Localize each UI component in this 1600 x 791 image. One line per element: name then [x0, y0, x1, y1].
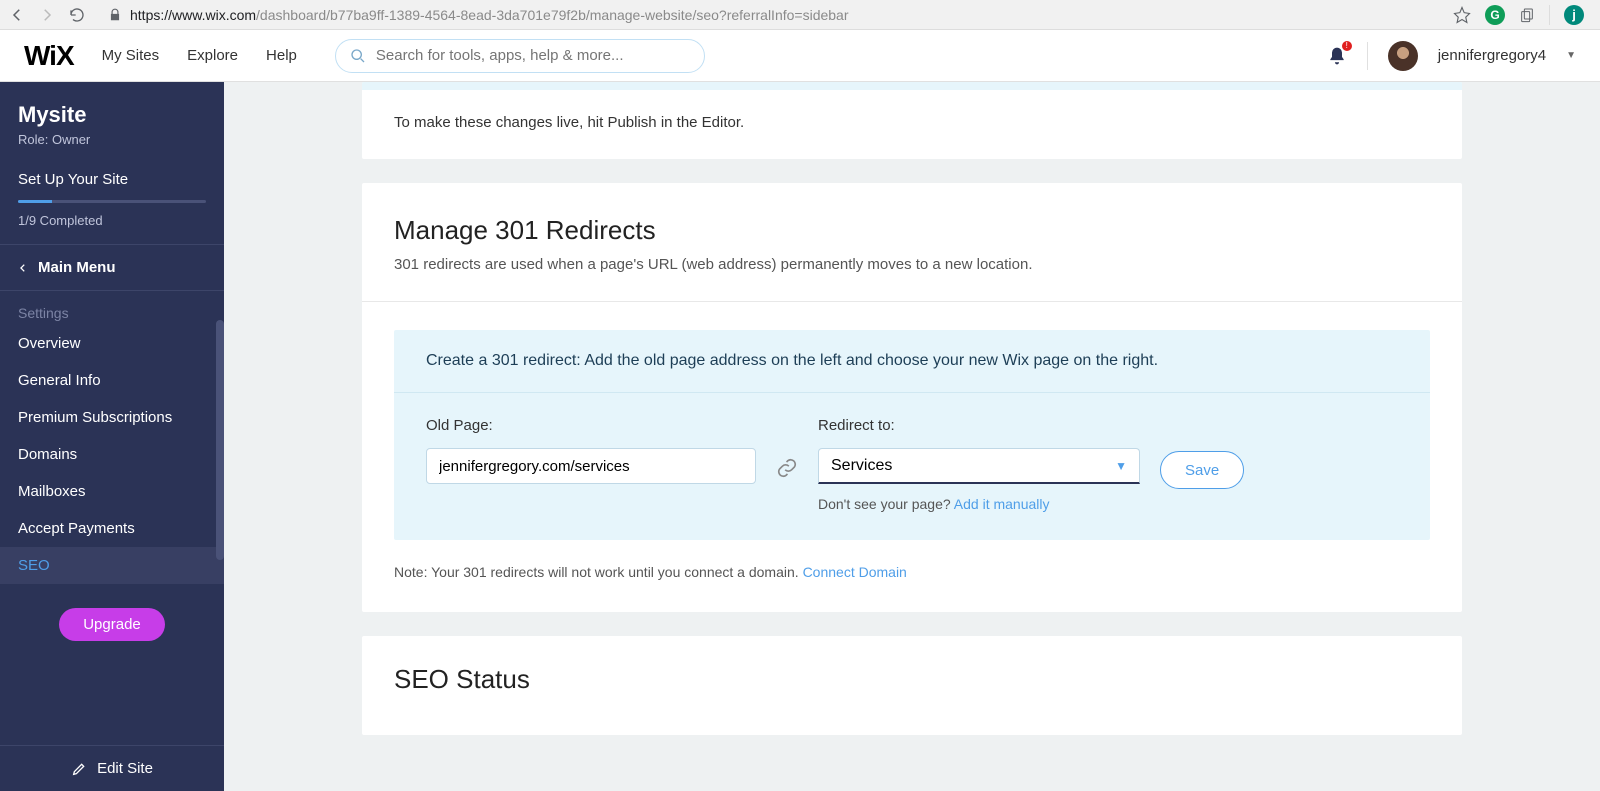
chevron-down-icon: ▼ — [1115, 459, 1127, 473]
app-header: WiX My Sites Explore Help ! jennifergreg… — [0, 30, 1600, 82]
old-page-label: Old Page: — [426, 417, 756, 434]
sidebar-item-seo[interactable]: SEO — [0, 547, 224, 584]
notifications-button[interactable]: ! — [1327, 46, 1347, 66]
divider — [1549, 5, 1550, 25]
connect-domain-link[interactable]: Connect Domain — [803, 564, 907, 580]
divider — [362, 301, 1462, 302]
site-name: Mysite — [18, 102, 206, 128]
wix-logo[interactable]: WiX — [24, 40, 74, 72]
notification-badge: ! — [1341, 40, 1353, 52]
redirect-footnote: Note: Your 301 redirects will not work u… — [394, 564, 1430, 580]
publish-note: To make these changes live, hit Publish … — [362, 90, 1462, 131]
reload-icon[interactable] — [68, 6, 86, 24]
seo-status-title: SEO Status — [394, 664, 1430, 695]
sidebar-item-domains[interactable]: Domains — [0, 436, 224, 473]
redirects-title: Manage 301 Redirects — [394, 215, 1430, 246]
star-icon[interactable] — [1453, 6, 1471, 24]
setup-completed: 1/9 Completed — [18, 213, 206, 228]
seo-status-card: SEO Status — [362, 636, 1462, 735]
old-page-field: Old Page: — [426, 417, 756, 484]
pencil-icon — [71, 761, 87, 777]
redirect-form: Create a 301 redirect: Add the old page … — [394, 330, 1430, 540]
sidebar-section-settings: Settings — [0, 291, 224, 325]
nav-help[interactable]: Help — [266, 47, 297, 64]
search-icon — [350, 48, 366, 64]
lock-icon — [108, 8, 122, 22]
site-role: Role: Owner — [18, 132, 206, 147]
old-page-input[interactable] — [426, 448, 756, 484]
publish-card: To make these changes live, hit Publish … — [362, 82, 1462, 159]
profile-badge-icon[interactable]: j — [1564, 5, 1584, 25]
chevron-left-icon — [18, 261, 28, 275]
redirect-to-label: Redirect to: — [818, 417, 1140, 434]
search-input[interactable] — [376, 47, 690, 64]
redirect-to-field: Redirect to: Services ▼ Don't see your p… — [818, 417, 1140, 512]
search-box[interactable] — [335, 39, 705, 73]
setup-block[interactable]: Set Up Your Site 1/9 Completed — [0, 159, 224, 245]
main-menu-link[interactable]: Main Menu — [0, 245, 224, 291]
main-menu-label: Main Menu — [38, 259, 116, 276]
forward-icon[interactable] — [38, 6, 56, 24]
user-name[interactable]: jennifergregory4 — [1438, 47, 1546, 64]
sidebar: Mysite Role: Owner Set Up Your Site 1/9 … — [0, 82, 224, 791]
sidebar-item-general-info[interactable]: General Info — [0, 362, 224, 399]
nav-explore[interactable]: Explore — [187, 47, 238, 64]
url-text: https://www.wix.com/dashboard/b77ba9ff-1… — [130, 7, 849, 23]
user-avatar[interactable] — [1388, 41, 1418, 71]
redirect-instruction: Create a 301 redirect: Add the old page … — [394, 330, 1430, 393]
browser-toolbar: https://www.wix.com/dashboard/b77ba9ff-1… — [0, 0, 1600, 30]
sidebar-scrollbar[interactable] — [216, 320, 224, 560]
main-content: To make these changes live, hit Publish … — [224, 82, 1600, 791]
site-block: Mysite Role: Owner — [0, 82, 224, 159]
sidebar-item-payments[interactable]: Accept Payments — [0, 510, 224, 547]
sidebar-item-mailboxes[interactable]: Mailboxes — [0, 473, 224, 510]
extension-icon[interactable]: G — [1485, 5, 1505, 25]
upgrade-button[interactable]: Upgrade — [59, 608, 165, 641]
chevron-down-icon[interactable]: ▼ — [1566, 50, 1576, 61]
redirects-subtitle: 301 redirects are used when a page's URL… — [394, 256, 1430, 273]
sidebar-item-premium[interactable]: Premium Subscriptions — [0, 399, 224, 436]
copy-icon[interactable] — [1519, 7, 1535, 23]
card-accent — [362, 82, 1462, 90]
divider — [1367, 42, 1368, 70]
edit-site-label: Edit Site — [97, 760, 153, 777]
sidebar-item-overview[interactable]: Overview — [0, 325, 224, 362]
edit-site-button[interactable]: Edit Site — [0, 745, 224, 791]
redirect-to-select[interactable]: Services ▼ — [818, 448, 1140, 484]
add-manually-link[interactable]: Add it manually — [954, 496, 1050, 512]
redirect-hint: Don't see your page? Add it manually — [818, 496, 1140, 512]
save-button[interactable]: Save — [1160, 451, 1244, 489]
redirects-card: Manage 301 Redirects 301 redirects are u… — [362, 183, 1462, 612]
setup-title: Set Up Your Site — [18, 171, 206, 188]
back-icon[interactable] — [8, 6, 26, 24]
link-icon — [776, 457, 798, 479]
url-bar[interactable]: https://www.wix.com/dashboard/b77ba9ff-1… — [98, 7, 1441, 23]
setup-progress — [18, 200, 206, 203]
redirect-to-value: Services — [831, 457, 892, 475]
nav-my-sites[interactable]: My Sites — [102, 47, 160, 64]
